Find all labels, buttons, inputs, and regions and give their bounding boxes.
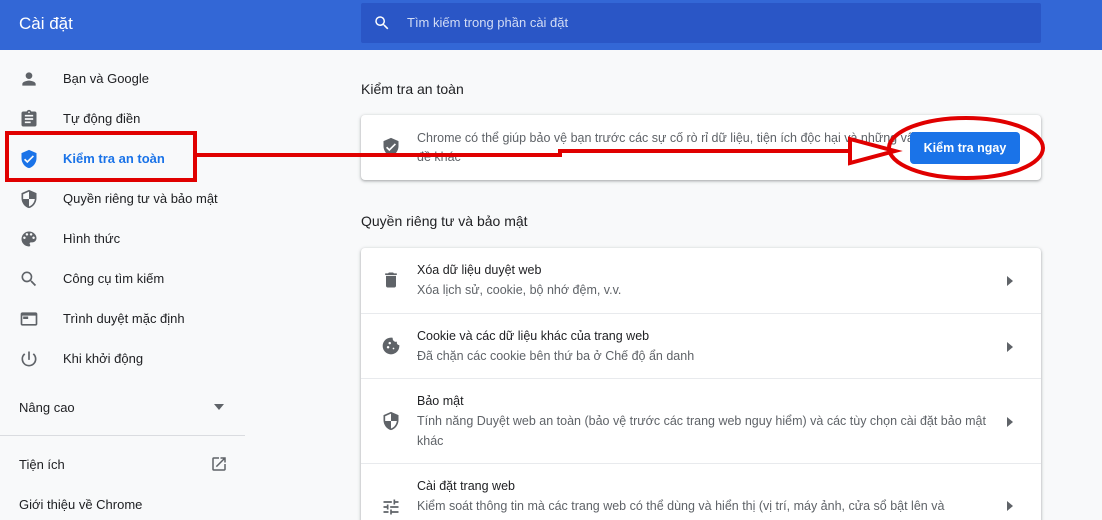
search-icon	[375, 16, 389, 30]
row-title: Cài đặt trang web	[417, 479, 515, 493]
caret-down-icon[interactable]	[214, 404, 224, 410]
arrow-right-icon	[1007, 276, 1013, 286]
row-description: Tính năng Duyệt web an toàn (bảo vệ trướ…	[417, 414, 986, 448]
sidebar-item-you-and-google[interactable]: Bạn và Google	[0, 59, 245, 99]
row-title: Xóa dữ liệu duyệt web	[417, 263, 542, 277]
row-description: Xóa lịch sử, cookie, bộ nhớ đệm, v.v.	[417, 283, 622, 297]
sidebar-item-label: Kiểm tra an toàn	[63, 151, 165, 166]
check-now-button[interactable]: Kiểm tra ngay	[910, 132, 1020, 164]
row-clear-browsing-data[interactable]: Xóa dữ liệu duyệt web Xóa lịch sử, cooki…	[361, 248, 1041, 313]
sidebar-item-label: Bạn và Google	[63, 71, 150, 86]
open-in-new-icon[interactable]	[210, 455, 228, 473]
sidebar-item-label: Công cụ tìm kiếm	[63, 271, 165, 286]
search-icon	[21, 271, 37, 287]
shield-check-icon	[21, 149, 37, 169]
search-input[interactable]: Tìm kiếm trong phần cài đặt	[361, 3, 1041, 43]
sidebar: Bạn và Google Tự động điền Kiểm tra an t…	[0, 50, 245, 520]
privacy-card: Xóa dữ liệu duyệt web Xóa lịch sử, cooki…	[361, 248, 1041, 520]
sidebar-item-search-engine[interactable]: Công cụ tìm kiếm	[0, 259, 245, 299]
cookie-icon	[382, 337, 400, 355]
row-title: Cookie và các dữ liệu khác của trang web	[417, 329, 650, 343]
browser-icon	[20, 312, 38, 326]
sidebar-item-label: Trình duyệt mặc định	[63, 311, 185, 326]
search-placeholder: Tìm kiếm trong phần cài đặt	[407, 15, 569, 30]
page-title: Cài đặt	[19, 14, 73, 33]
sidebar-item-label: Quyền riêng tư và bảo mật	[63, 191, 218, 206]
sidebar-item-default-browser[interactable]: Trình duyệt mặc định	[0, 299, 245, 339]
shield-icon	[383, 411, 399, 431]
row-description: Kiểm soát thông tin mà các trang web có …	[417, 499, 945, 513]
row-cookies[interactable]: Cookie và các dữ liệu khác của trang web…	[361, 313, 1041, 378]
divider	[0, 435, 245, 436]
advanced-toggle[interactable]: Nâng cao	[19, 400, 75, 415]
sidebar-item-on-startup[interactable]: Khi khởi động	[0, 339, 245, 379]
sidebar-item-privacy[interactable]: Quyền riêng tư và bảo mật	[0, 179, 245, 219]
section-title-safety-check: Kiểm tra an toàn	[361, 81, 464, 97]
safety-check-description: Chrome có thể giúp bảo vệ bạn trước các …	[417, 131, 921, 164]
arrow-right-icon	[1007, 342, 1013, 352]
sidebar-item-extensions[interactable]: Tiện ích	[19, 457, 65, 472]
safety-check-card: Chrome có thể giúp bảo vệ bạn trước các …	[361, 115, 1041, 180]
sidebar-item-label: Khi khởi động	[63, 351, 144, 366]
top-bar: Cài đặt Tìm kiếm trong phần cài đặt	[0, 0, 1102, 50]
sidebar-item-appearance[interactable]: Hình thức	[0, 219, 245, 259]
clipboard-icon	[21, 109, 37, 127]
sidebar-item-label: Tự động điền	[63, 111, 141, 126]
row-description: Đã chặn các cookie bên thứ ba ở Chế độ ẩ…	[417, 349, 695, 363]
section-title-privacy: Quyền riêng tư và bảo mật	[361, 213, 528, 229]
sidebar-item-autofill[interactable]: Tự động điền	[0, 99, 245, 139]
row-security[interactable]: Bảo mật Tính năng Duyệt web an toàn (bảo…	[361, 378, 1041, 463]
shield-icon	[21, 189, 37, 209]
row-title: Bảo mật	[417, 394, 464, 408]
arrow-right-icon	[1007, 417, 1013, 427]
sidebar-item-about-chrome[interactable]: Giới thiệu về Chrome	[19, 497, 142, 512]
sidebar-item-label: Hình thức	[63, 231, 121, 246]
arrow-right-icon	[1007, 501, 1013, 511]
power-icon	[21, 351, 37, 367]
palette-icon	[21, 231, 37, 247]
person-icon	[22, 72, 36, 86]
tune-icon	[383, 499, 399, 515]
trash-icon	[385, 272, 397, 288]
sidebar-item-safety-check[interactable]: Kiểm tra an toàn	[0, 139, 245, 179]
row-site-settings[interactable]: Cài đặt trang web Kiểm soát thông tin mà…	[361, 463, 1041, 520]
shield-check-icon	[383, 137, 399, 157]
